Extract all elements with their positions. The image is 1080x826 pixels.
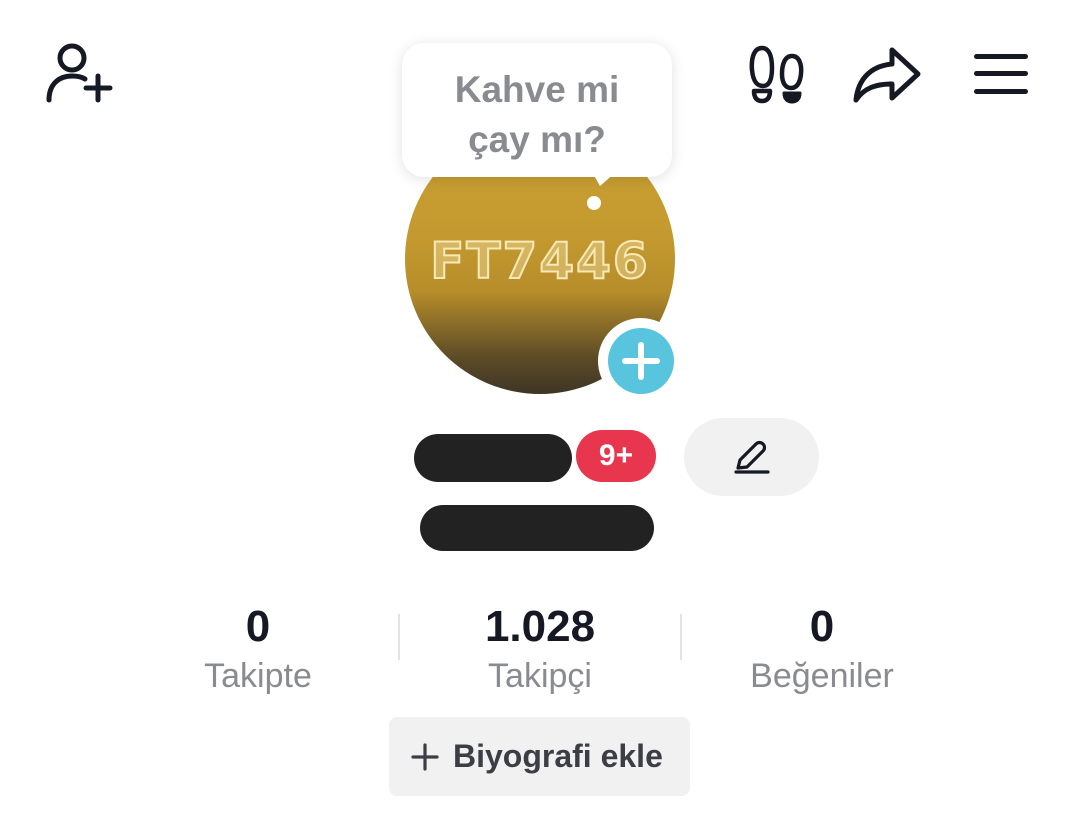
add-story-circle xyxy=(608,328,674,394)
bubble-tail xyxy=(592,172,616,186)
stat-divider xyxy=(680,614,682,660)
stat-likes[interactable]: 0 Beğeniler xyxy=(692,602,952,698)
hamburger-menu-icon xyxy=(974,54,1028,94)
avatar-logo-text: FT7446 xyxy=(429,231,650,291)
redacted-display-name xyxy=(414,434,572,482)
followers-label: Takipçi xyxy=(488,657,592,695)
following-label: Takipte xyxy=(204,657,312,695)
stat-divider xyxy=(398,614,400,660)
plus-icon xyxy=(411,743,439,771)
share-button[interactable] xyxy=(852,46,922,104)
stat-following[interactable]: 0 Takipte xyxy=(128,602,388,698)
followers-count: 1.028 xyxy=(484,602,596,651)
bubble-dot xyxy=(587,196,601,210)
plus-icon xyxy=(622,342,660,380)
add-bio-button[interactable]: Biyografi ekle xyxy=(389,717,690,796)
add-friend-button[interactable] xyxy=(44,42,114,104)
redacted-username xyxy=(420,505,654,551)
share-arrow-icon xyxy=(853,47,921,103)
profile-note-bubble[interactable]: Kahve mi çay mı? xyxy=(402,43,672,177)
notification-badge[interactable]: 9+ xyxy=(576,430,656,482)
edit-profile-button[interactable] xyxy=(684,418,819,496)
add-story-button[interactable] xyxy=(598,318,684,404)
stat-followers[interactable]: 1.028 Takipçi xyxy=(410,602,670,698)
footprints-button[interactable] xyxy=(748,44,806,104)
likes-label: Beğeniler xyxy=(750,657,894,695)
likes-count: 0 xyxy=(809,602,835,651)
pencil-icon xyxy=(734,440,770,474)
add-bio-label: Biyografi ekle xyxy=(453,738,663,774)
profile-note-text: Kahve mi çay mı? xyxy=(454,69,620,160)
footprints-icon xyxy=(749,45,804,104)
menu-button[interactable] xyxy=(972,52,1030,96)
following-count: 0 xyxy=(245,602,271,651)
person-plus-icon xyxy=(46,43,113,103)
